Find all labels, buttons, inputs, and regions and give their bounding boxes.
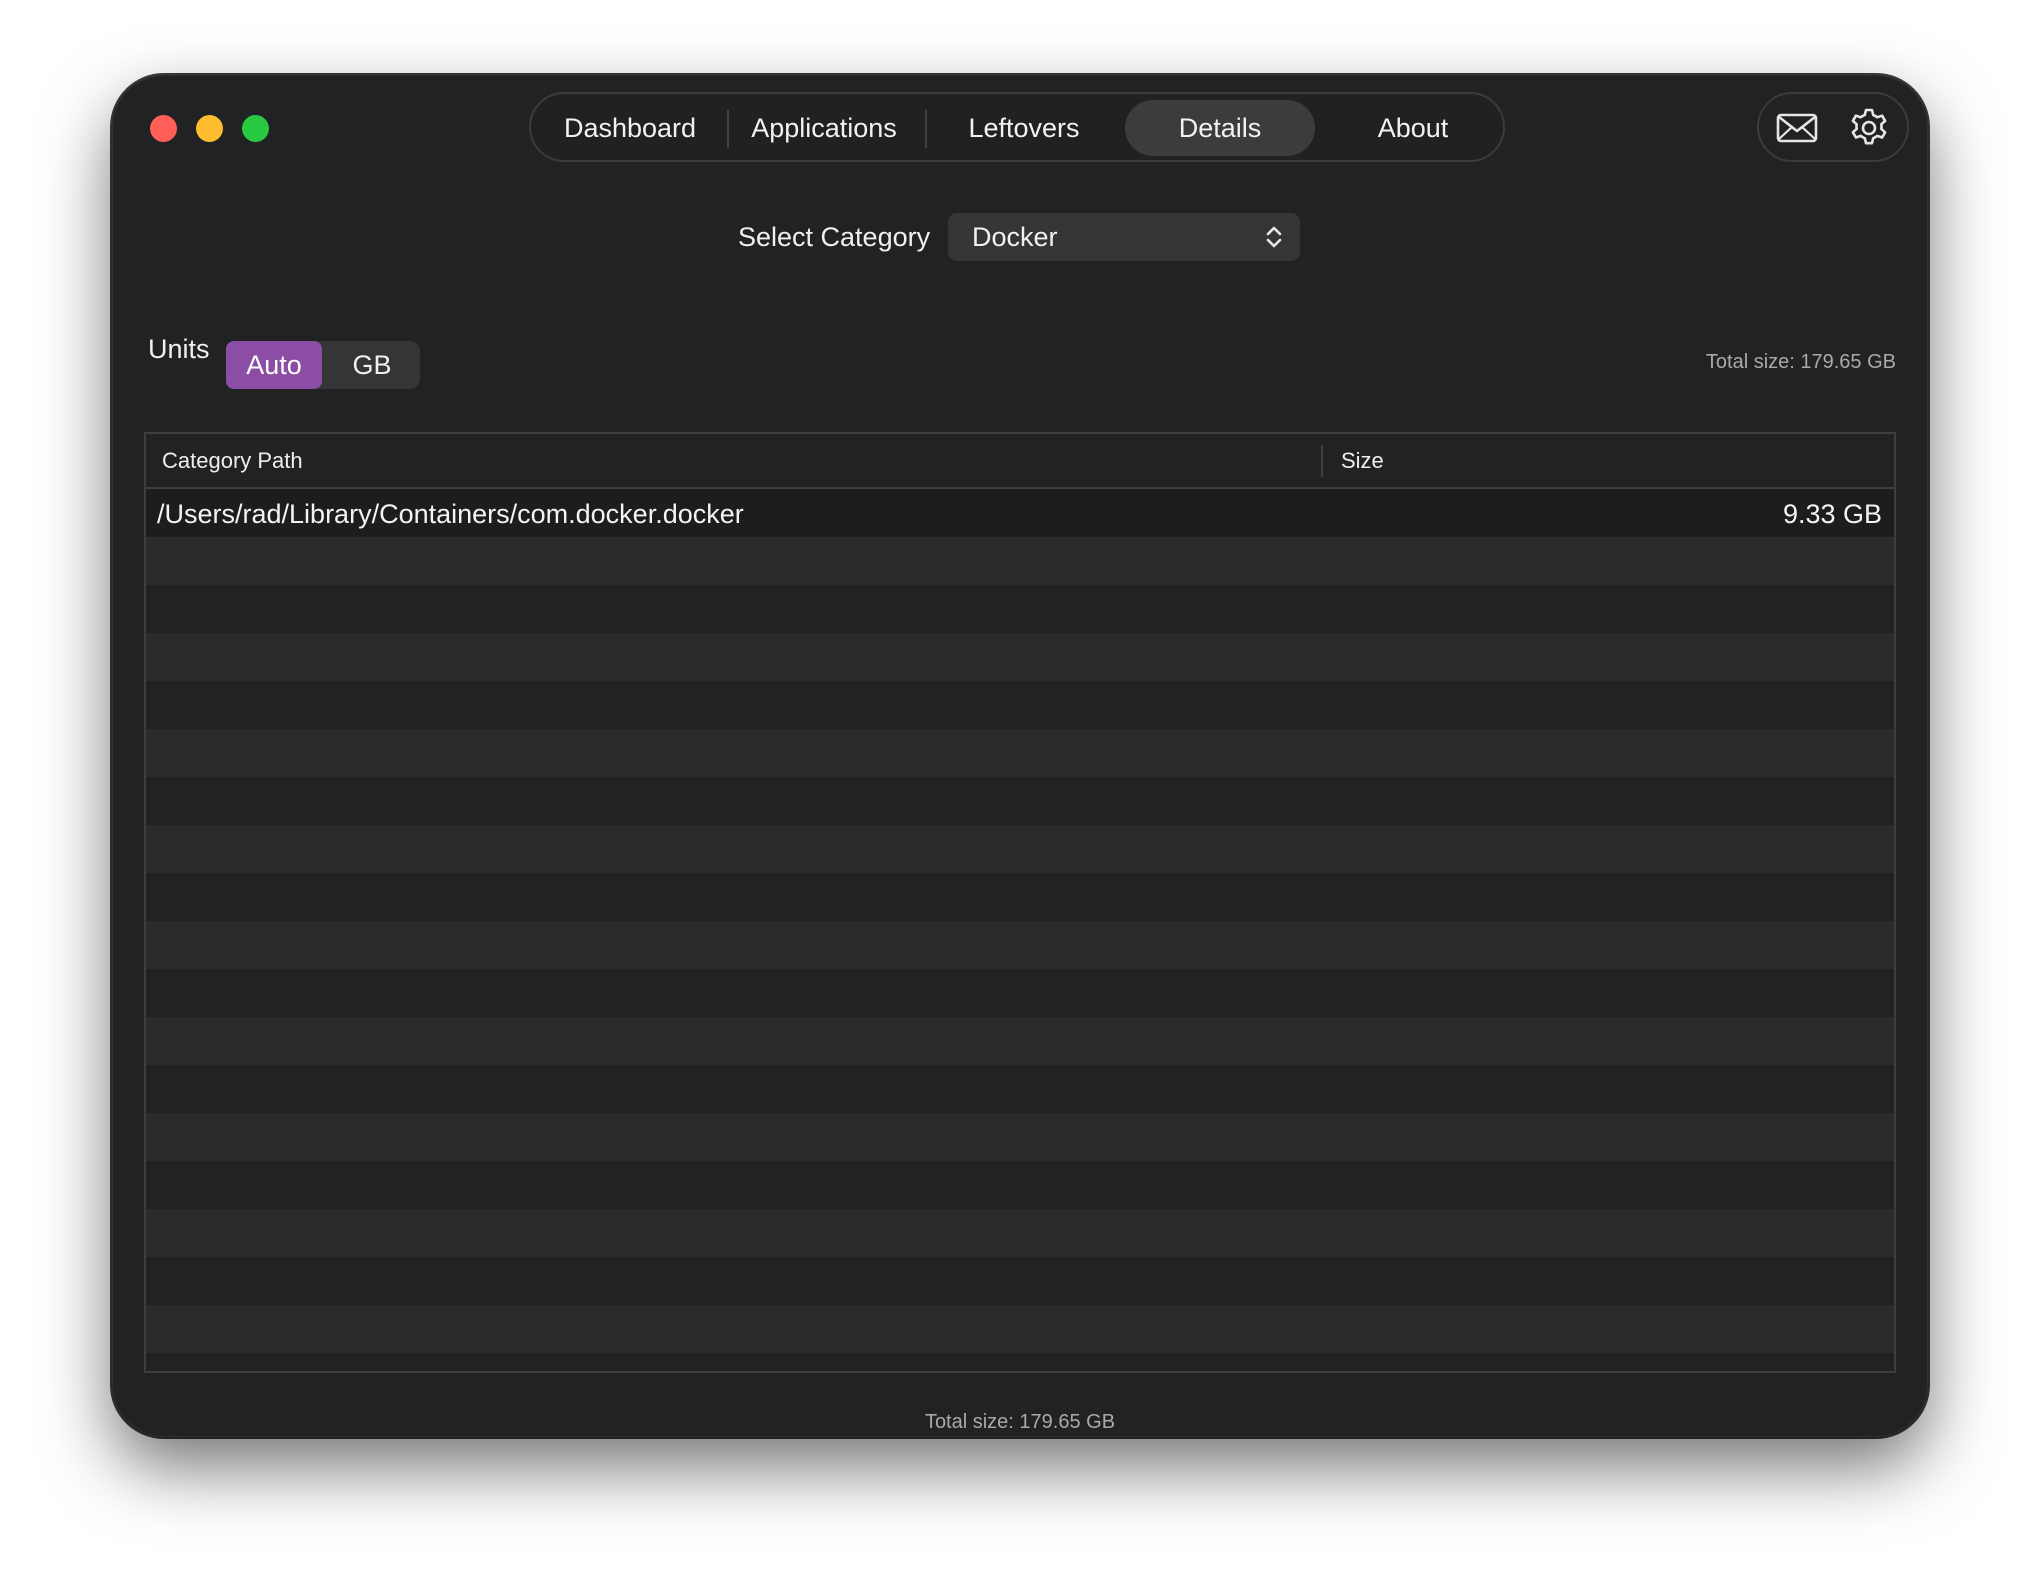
table-body: /Users/rad/Library/Containers/com.docker…	[146, 489, 1894, 1371]
empty-row	[146, 585, 1894, 633]
tab-leftovers[interactable]: Leftovers	[931, 100, 1117, 156]
empty-row	[146, 1113, 1894, 1161]
empty-row	[146, 777, 1894, 825]
empty-row	[146, 681, 1894, 729]
toolbar-icon-group	[1757, 92, 1909, 162]
cell-size: 9.33 GB	[1782, 499, 1882, 529]
empty-row	[146, 1257, 1894, 1305]
table-row[interactable]: /Users/rad/Library/Containers/com.docker…	[146, 489, 1894, 537]
gear-icon[interactable]	[1847, 106, 1891, 150]
envelope-icon[interactable]	[1775, 106, 1819, 150]
empty-row	[146, 873, 1894, 921]
details-table: Category Path Size /Users/rad/Library/Co…	[144, 432, 1896, 1373]
column-header-category-path[interactable]: Category Path	[162, 448, 303, 474]
empty-row	[146, 969, 1894, 1017]
select-category-label: Select Category	[738, 222, 931, 252]
close-window-button[interactable]	[150, 115, 177, 142]
units-segmented-control: Auto GB	[226, 341, 420, 389]
column-divider	[1321, 445, 1323, 477]
tab-dashboard[interactable]: Dashboard	[539, 100, 721, 156]
window-controls	[150, 115, 269, 142]
units-label: Units	[148, 334, 210, 364]
total-size-footer: Total size: 179.65 GB	[924, 1411, 1116, 1433]
total-size-header: Total size: 179.65 GB	[1705, 351, 1896, 373]
empty-row	[146, 729, 1894, 777]
units-option-auto[interactable]: Auto	[226, 341, 322, 389]
category-select[interactable]: Docker	[948, 213, 1300, 261]
empty-row	[146, 825, 1894, 873]
column-header-size[interactable]: Size	[1341, 448, 1384, 474]
empty-row	[146, 1161, 1894, 1209]
units-option-gb[interactable]: GB	[324, 341, 420, 389]
tab-about[interactable]: About	[1323, 100, 1503, 156]
empty-row	[146, 921, 1894, 969]
table-header: Category Path Size	[146, 434, 1894, 489]
empty-row	[146, 537, 1894, 585]
chevron-up-down-icon	[1264, 224, 1284, 255]
empty-row	[146, 1209, 1894, 1257]
tab-applications[interactable]: Applications	[729, 100, 919, 156]
tab-details[interactable]: Details	[1125, 100, 1315, 156]
category-select-value: Docker	[972, 222, 1058, 252]
tab-divider	[925, 110, 927, 148]
empty-row	[146, 1017, 1894, 1065]
tab-bar: Dashboard Applications Leftovers Details…	[529, 92, 1505, 162]
app-window: Dashboard Applications Leftovers Details…	[112, 75, 1928, 1437]
empty-row	[146, 1305, 1894, 1353]
minimize-window-button[interactable]	[196, 115, 223, 142]
cell-category-path: /Users/rad/Library/Containers/com.docker…	[157, 499, 744, 529]
zoom-window-button[interactable]	[242, 115, 269, 142]
empty-row	[146, 633, 1894, 681]
empty-row	[146, 1353, 1894, 1371]
empty-row	[146, 1065, 1894, 1113]
